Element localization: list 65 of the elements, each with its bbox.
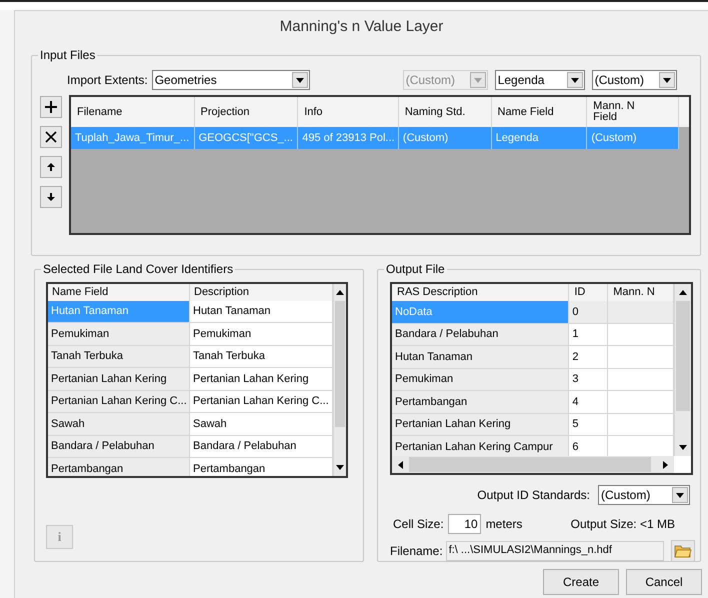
dropdown[interactable]: (Custom) (592, 70, 677, 90)
table-row[interactable]: Hutan Tanaman Hutan Tanaman (48, 300, 333, 323)
group-title: Input Files (38, 47, 98, 63)
side-button[interactable] (40, 126, 62, 148)
table-cell: Pertanian Lahan Kering C... (48, 390, 190, 412)
table-cell: (Custom) (587, 127, 680, 149)
field-label: Import Extents: (67, 72, 148, 89)
side-button[interactable] (40, 156, 62, 178)
filename-field: f:\ ...\SIMULASI2\Mannings_n.hdf (446, 541, 664, 561)
table-row[interactable]: Pertanian Lahan Kering 5 (392, 414, 674, 436)
group-title: Output File (384, 261, 447, 277)
table-row[interactable]: Pertanian Lahan Kering Pertanian Lahan Kering (48, 368, 333, 390)
table-cell: Bandara / Pelabuhan (392, 324, 570, 345)
table-cell: Sawah (48, 413, 190, 434)
table-cell: Pertambangan (392, 391, 570, 412)
table-cell: Pertambangan (48, 458, 190, 476)
table-cell: Pertanian Lahan Kering Campur (392, 436, 570, 456)
open-folder-button[interactable] (670, 540, 695, 562)
table-cell: Tanah Terbuka (48, 346, 190, 367)
dropdown[interactable]: (Custom) (598, 485, 690, 505)
table-row[interactable]: Pemukiman 3 (392, 368, 674, 391)
vertical-scrollbar[interactable] (332, 284, 346, 476)
table-cell: Bandara / Pelabuhan (48, 436, 190, 457)
side-button[interactable] (40, 186, 62, 208)
table-row[interactable]: Sawah Sawah (48, 413, 333, 436)
dropdown[interactable]: Legenda (494, 70, 585, 90)
table-row[interactable]: NoData 0 (392, 301, 674, 324)
field-label: Filename: (390, 543, 443, 560)
table-cell: Hutan Tanaman (48, 300, 190, 322)
table-cell: 0 (569, 301, 608, 322)
table-cell: Pemukiman (392, 368, 570, 390)
table-cell: Legenda (492, 127, 588, 149)
table-cell: Tuplah_Jawa_Timur_... (71, 127, 195, 149)
horizontal-scrollbar[interactable] (392, 456, 674, 473)
table-row[interactable]: Pemukiman Pemukiman (48, 323, 333, 346)
field-label: Cell Size: (393, 516, 444, 533)
unit-label: meters (486, 516, 522, 533)
output-size-text: Output Size: <1 MB (570, 516, 675, 533)
field-label: Output ID Standards: (477, 487, 590, 504)
folder-icon (674, 544, 692, 558)
table-row[interactable]: Pertambangan 4 (392, 391, 674, 414)
table-cell: Tanah Terbuka (190, 346, 333, 367)
table-cell: Pertanian Lahan Kering (392, 414, 570, 435)
vertical-scrollbar[interactable] (674, 284, 691, 456)
dropdown[interactable]: Geometries (152, 70, 310, 90)
table-row[interactable]: Pertambangan Pertambangan (48, 458, 333, 476)
table-cell: NoData (392, 301, 570, 322)
table-cell: Hutan Tanaman (392, 346, 570, 368)
side-button[interactable] (40, 96, 62, 118)
table-cell: GEOGCS["GCS_... (194, 127, 298, 149)
table-cell: Pemukiman (48, 323, 190, 344)
window-title: Manning's n Value Layer (280, 16, 444, 37)
table-cell: Pertanian Lahan Kering (48, 368, 190, 390)
dialog-button[interactable]: Cancel (626, 569, 702, 595)
cell-size-field[interactable]: 10 (448, 514, 481, 534)
table-row[interactable]: Tanah Terbuka Tanah Terbuka (48, 346, 333, 368)
close-icon (44, 130, 58, 144)
dialog-button[interactable]: Create (543, 569, 619, 595)
table-cell: 495 of 23913 Pol... (298, 127, 399, 149)
table-row[interactable]: Bandara / Pelabuhan Bandara / Pelabuhan (48, 436, 333, 458)
table-cell: (Custom) (398, 127, 492, 149)
plus-icon (44, 100, 58, 114)
table-row[interactable]: Bandara / Pelabuhan 1 (392, 324, 674, 346)
table-row[interactable]: Hutan Tanaman 2 (392, 346, 674, 368)
table-row[interactable]: Pertanian Lahan Kering C... Pertanian Lahan Kering C... (48, 390, 333, 413)
